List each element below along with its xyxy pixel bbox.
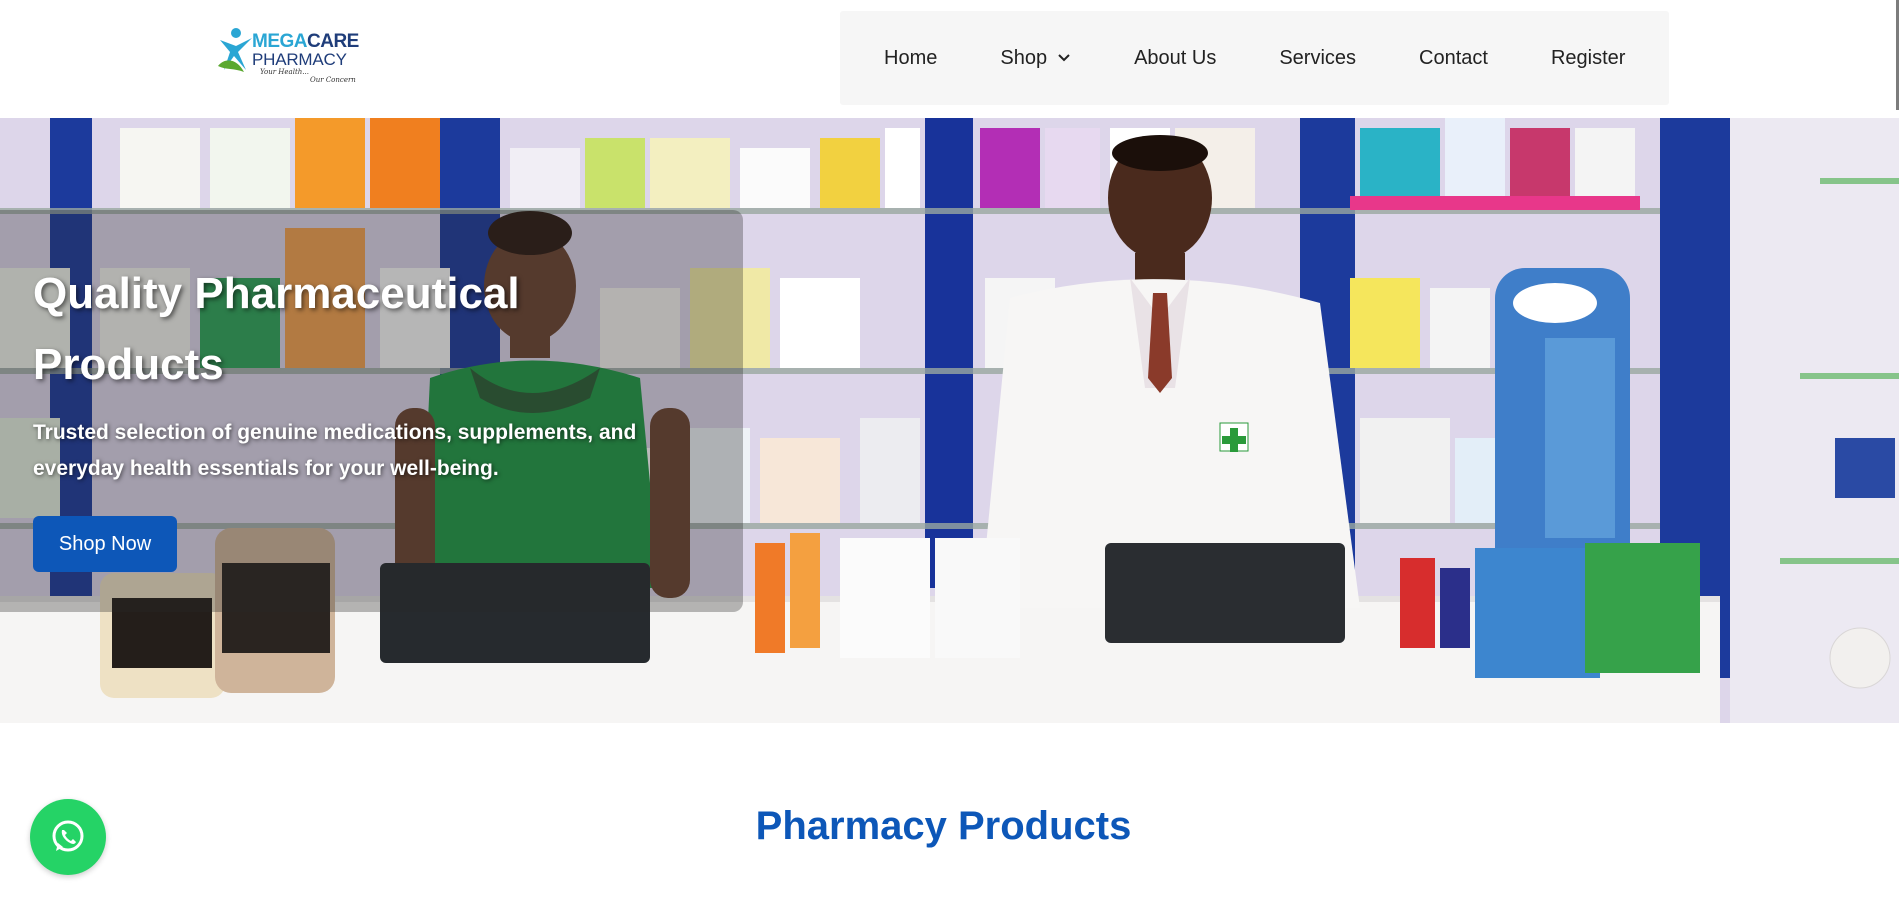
brand-logo[interactable]: MEGACARE PHARMACY Your Health... Our Con… xyxy=(216,22,359,86)
nav-home[interactable]: Home xyxy=(884,47,937,70)
hero-banner: Quality Pharmaceutical Products Trusted … xyxy=(0,118,1899,723)
logo-tagline-1: Your Health... xyxy=(260,68,309,76)
logo-pharmacy: PHARMACY xyxy=(252,50,347,69)
section-title: Pharmacy Products xyxy=(755,804,1132,848)
nav-register-label: Register xyxy=(1550,46,1626,69)
shop-now-button[interactable]: Shop Now xyxy=(33,516,177,572)
logo-mega: MEGA xyxy=(252,31,308,52)
nav-contact-label: Contact xyxy=(1419,46,1488,69)
nav-services-label: Services xyxy=(1279,46,1357,69)
nav-shop-label: Shop xyxy=(1000,46,1048,69)
nav-register[interactable]: Register xyxy=(1551,47,1625,70)
nav-contact[interactable]: Contact xyxy=(1419,47,1488,70)
chevron-down-icon xyxy=(1058,54,1070,62)
hero-title: Quality Pharmaceutical Products xyxy=(33,269,520,389)
whatsapp-icon xyxy=(52,820,84,852)
logo-tagline-2: Our Concern xyxy=(310,76,356,84)
nav-about-us[interactable]: About Us xyxy=(1134,47,1216,70)
site-header: MEGACARE PHARMACY Your Health... Our Con… xyxy=(0,0,1899,118)
logo-figure-icon xyxy=(218,28,252,72)
main-navigation: Home Shop About Us Services Contact Regi… xyxy=(840,11,1669,105)
logo-care: CARE xyxy=(307,31,359,52)
nav-shop[interactable]: Shop xyxy=(1000,47,1071,70)
hero-subtitle: Trusted selection of genuine medications… xyxy=(33,421,637,480)
nav-about-label: About Us xyxy=(1134,46,1217,69)
whatsapp-button[interactable] xyxy=(30,799,106,875)
nav-services[interactable]: Services xyxy=(1279,47,1356,70)
logo-wordmark: MEGACARE PHARMACY xyxy=(252,32,359,68)
nav-home-label: Home xyxy=(884,46,938,69)
